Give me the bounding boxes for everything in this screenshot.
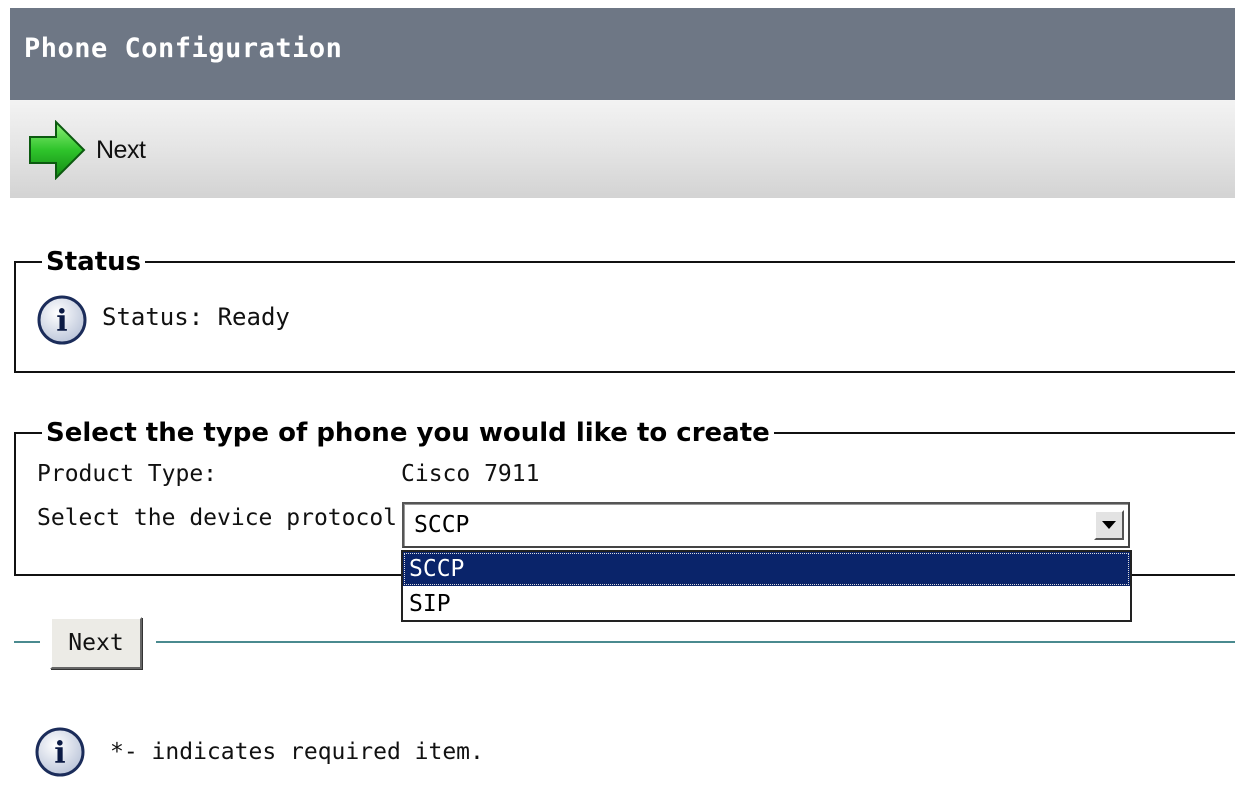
info-icon: i (37, 295, 87, 345)
divider-right (156, 641, 1235, 643)
status-text: Status: Ready (102, 303, 290, 331)
required-item-note: *- indicates required item. (110, 739, 484, 765)
status-legend: Status (46, 247, 142, 277)
toolbar: Next (10, 100, 1235, 198)
protocol-dropdown-list: SCCP SIP (401, 550, 1132, 622)
toolbar-next-button[interactable]: Next (28, 120, 146, 180)
svg-text:i: i (56, 304, 67, 339)
chevron-down-icon (1102, 521, 1116, 529)
info-icon: i (35, 727, 85, 777)
phone-type-legend: Select the type of phone you would like … (46, 418, 770, 448)
protocol-select-value: SCCP (414, 512, 470, 538)
protocol-select[interactable]: SCCP (402, 502, 1130, 548)
protocol-label: Select the device protocol: (37, 505, 411, 531)
dropdown-button[interactable] (1094, 510, 1124, 540)
svg-text:i: i (54, 736, 65, 771)
next-button[interactable]: Next (50, 617, 142, 669)
page-header: Phone Configuration (10, 8, 1235, 100)
page-title: Phone Configuration (24, 32, 343, 64)
toolbar-next-label: Next (96, 135, 146, 164)
product-type-label: Product Type: (37, 461, 218, 487)
divider-left (14, 641, 40, 643)
protocol-option-sccp[interactable]: SCCP (403, 552, 1130, 586)
product-type-value: Cisco 7911 (401, 461, 540, 487)
protocol-option-sip[interactable]: SIP (403, 587, 1130, 621)
arrow-right-icon (29, 120, 86, 180)
